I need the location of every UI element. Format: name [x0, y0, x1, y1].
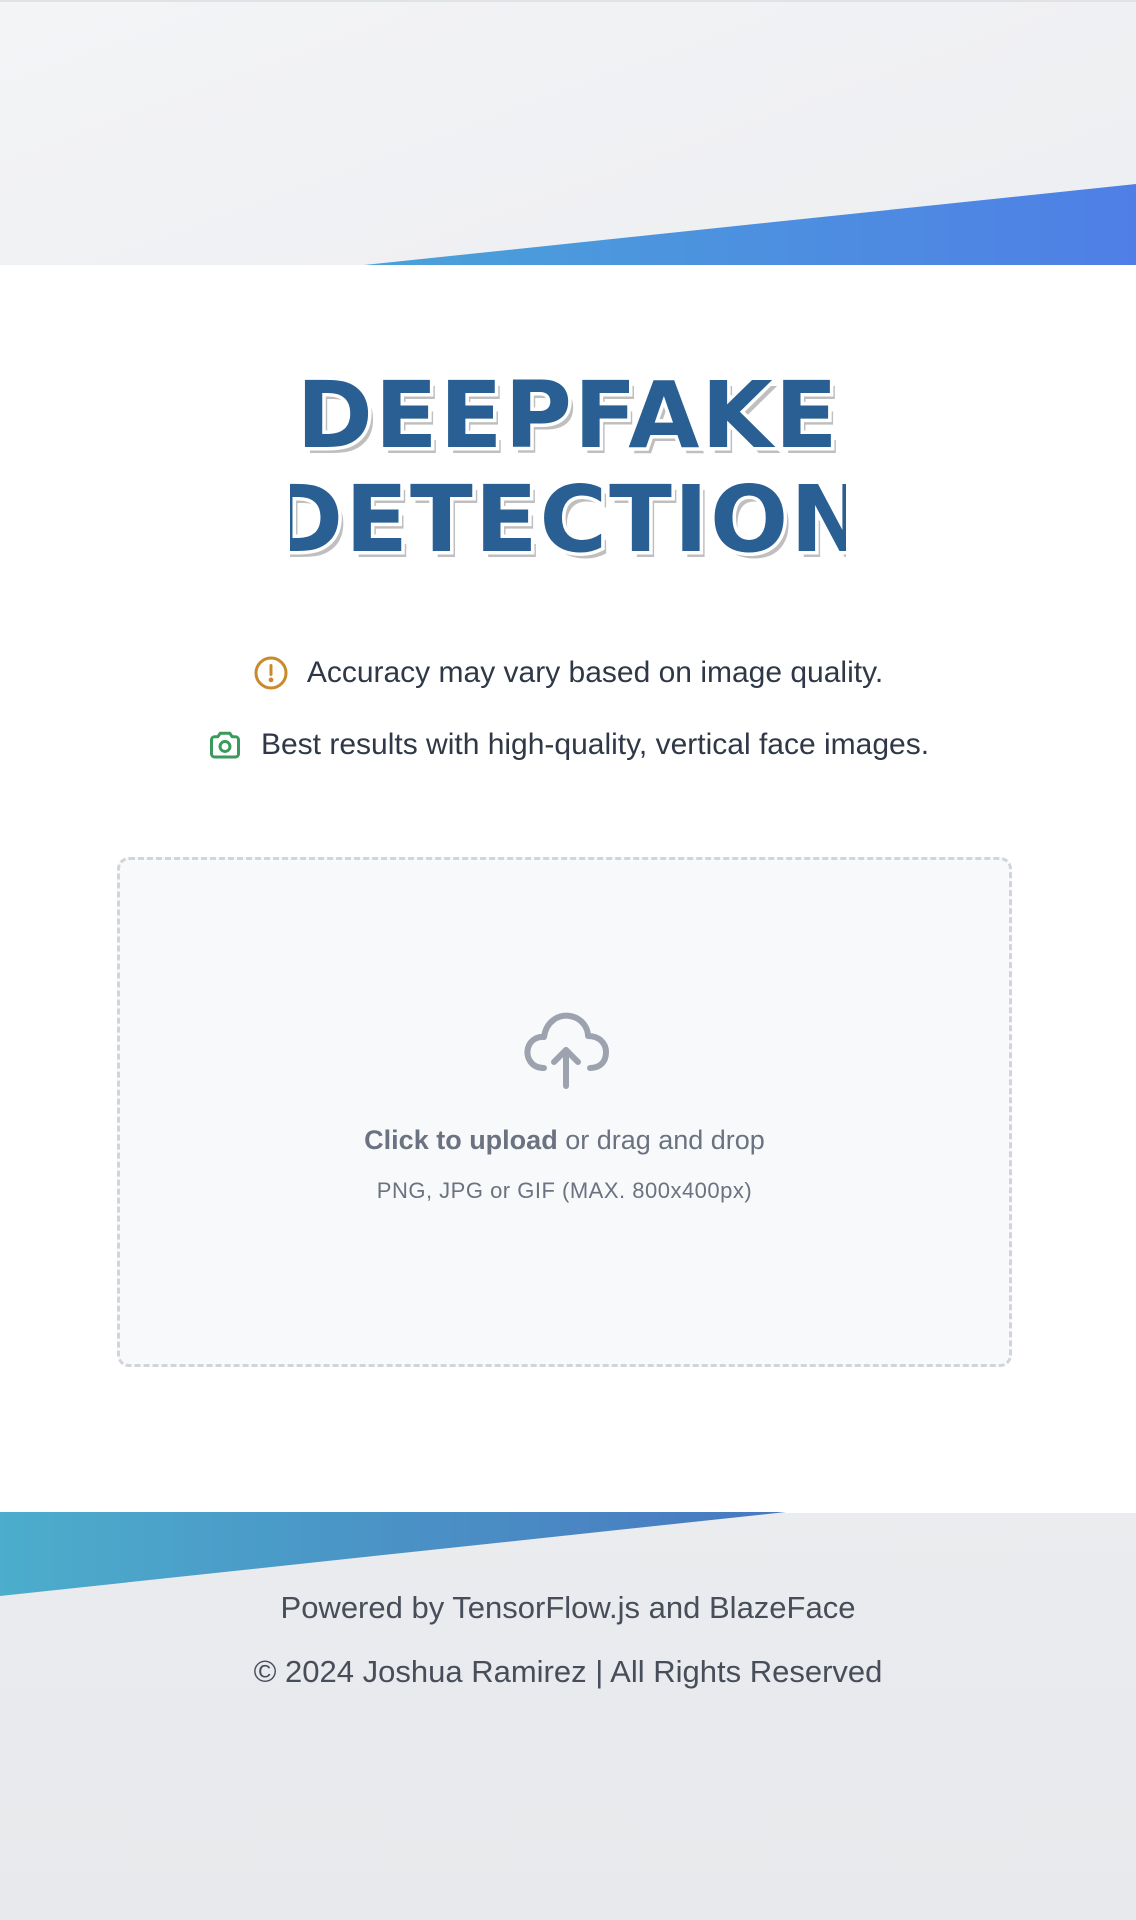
drag-drop-text: or drag and drop — [557, 1125, 765, 1155]
image-tip-text: Best results with high-quality, vertical… — [260, 728, 930, 761]
deepfake-detection-logo: DEEPFAKE DEEPFAKE DETECTION DETECTION — [290, 359, 846, 570]
upload-format-hint: PNG, JPG or GIF (MAX. 800x400px) — [376, 1178, 753, 1203]
alert-circle-icon — [253, 655, 289, 691]
accuracy-notice: Accuracy may vary based on image quality… — [0, 651, 1136, 695]
top-banner — [0, 0, 1136, 268]
bottom-accent-wedge — [0, 1512, 786, 1596]
powered-by-text: Powered by TensorFlow.js and BlazeFace — [280, 1590, 856, 1625]
svg-text:DEEPFAKE: DEEPFAKE — [296, 362, 839, 469]
top-accent-wedge — [336, 184, 1136, 268]
image-tip-notice: Best results with high-quality, vertical… — [0, 723, 1136, 767]
camera-icon — [207, 727, 243, 763]
upload-dropzone[interactable]: Click to upload or drag and drop PNG, JP… — [117, 857, 1012, 1367]
cloud-upload-icon — [524, 1012, 609, 1089]
svg-text:DETECTION: DETECTION — [290, 466, 846, 569]
click-to-upload-link[interactable]: Click to upload — [364, 1125, 558, 1155]
upload-instructions: Click to upload or drag and drop — [120, 1125, 1009, 1156]
main-card: DEEPFAKE DEEPFAKE DETECTION DETECTION Ac… — [0, 265, 1136, 1513]
copyright-text: © 2024 Joshua Ramirez | All Rights Reser… — [253, 1654, 883, 1689]
accuracy-notice-text: Accuracy may vary based on image quality… — [306, 656, 884, 689]
